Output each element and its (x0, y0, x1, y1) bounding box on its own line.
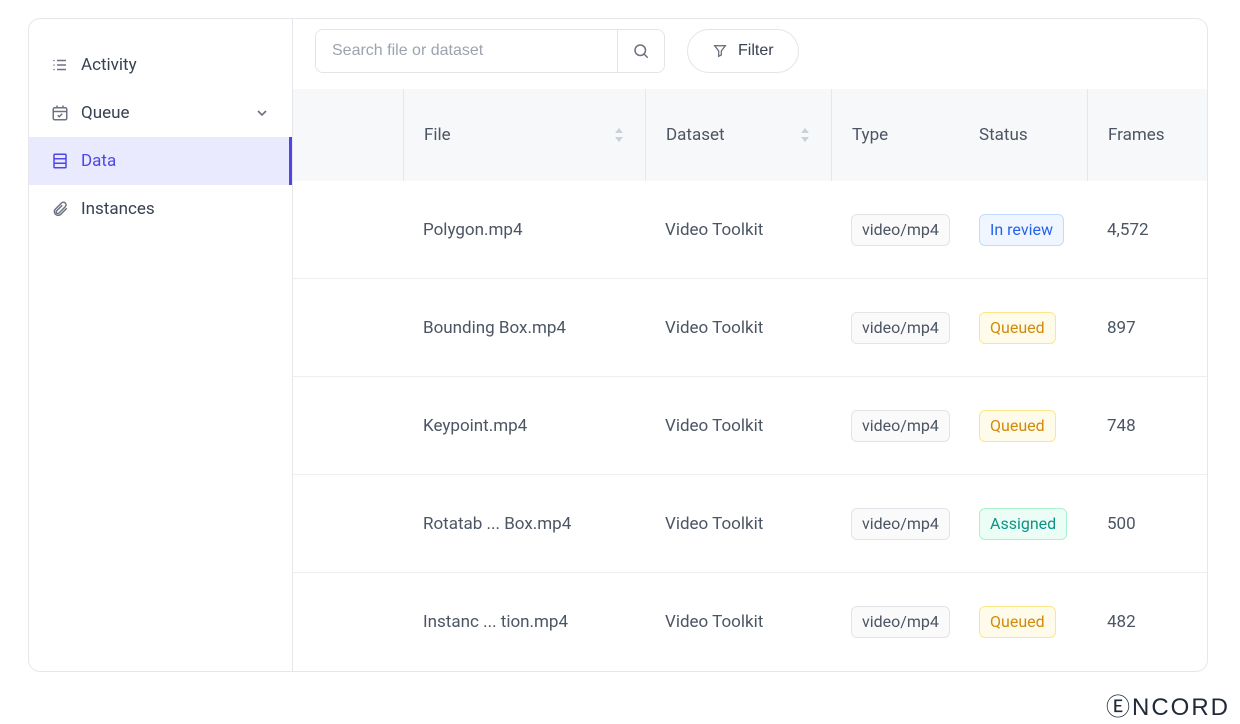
table-row[interactable]: Polygon.mp4Video Toolkit video/mp4 In revi… (293, 181, 1207, 279)
cell-dataset: Video Toolkit (645, 514, 831, 534)
type-tag: video/mp4 (851, 508, 950, 540)
status-badge: Queued (979, 410, 1056, 442)
cell-type: video/mp4 (831, 312, 959, 344)
filter-button[interactable]: Filter (687, 29, 799, 73)
status-badge: Queued (979, 312, 1056, 344)
cell-frames: 482 (1087, 612, 1187, 632)
cell-file: Instanc ... tion.mp4 (403, 612, 645, 632)
cell-status: Assigned (959, 508, 1087, 540)
cell-file: Bounding Box.mp4 (403, 318, 645, 338)
toolbar: Filter (293, 19, 1207, 89)
cell-dataset: Video Toolkit (645, 220, 831, 240)
cell-frames: 748 (1087, 416, 1187, 436)
col-label: Status (979, 125, 1028, 145)
cell-status: In review (959, 214, 1087, 246)
type-tag: video/mp4 (851, 606, 950, 638)
cell-frames: 4,572 (1087, 220, 1187, 240)
attachment-icon (51, 199, 75, 219)
sidebar-item-label: Data (81, 151, 270, 171)
cell-status: Queued (959, 410, 1087, 442)
cell-file: Keypoint.mp4 (403, 416, 645, 436)
table-row[interactable]: Rotatab ... Box.mp4Video Toolkit video/mp… (293, 475, 1207, 573)
status-badge: Assigned (979, 508, 1067, 540)
data-icon (51, 151, 75, 171)
cell-type: video/mp4 (831, 508, 959, 540)
col-dataset[interactable]: Dataset (645, 89, 831, 181)
status-badge: Queued (979, 606, 1056, 638)
sidebar-item-activity[interactable]: Activity (29, 41, 292, 89)
cell-dataset: Video Toolkit (645, 318, 831, 338)
main-panel: Filter File Dataset Type Status (293, 19, 1207, 671)
calendar-check-icon (51, 103, 75, 123)
col-status[interactable]: Status (959, 89, 1087, 181)
cell-dataset: Video Toolkit (645, 416, 831, 436)
chevron-down-icon (254, 105, 270, 121)
cell-file: Polygon.mp4 (403, 220, 645, 240)
cell-status: Queued (959, 312, 1087, 344)
cell-dataset: Video Toolkit (645, 612, 831, 632)
col-label: Frames (1108, 125, 1165, 145)
cell-frames: 897 (1087, 318, 1187, 338)
cell-frames: 500 (1087, 514, 1187, 534)
list-icon (51, 55, 75, 75)
sidebar-item-queue[interactable]: Queue (29, 89, 292, 137)
sidebar-item-label: Queue (81, 103, 254, 123)
sort-icon (613, 127, 625, 143)
sort-icon (799, 127, 811, 143)
sidebar: Activity Queue Data Instances (29, 19, 293, 671)
search-wrap (315, 29, 665, 73)
col-file[interactable]: File (403, 89, 645, 181)
cell-type: video/mp4 (831, 606, 959, 638)
type-tag: video/mp4 (851, 312, 950, 344)
col-type[interactable]: Type (831, 89, 959, 181)
search-button[interactable] (618, 30, 664, 72)
filter-icon (712, 43, 728, 59)
search-input[interactable] (316, 30, 618, 72)
col-label: Dataset (666, 125, 725, 145)
table-header: File Dataset Type Status Frames (293, 89, 1207, 181)
search-icon (632, 42, 650, 60)
col-frames[interactable]: Frames (1087, 89, 1187, 181)
table-row[interactable]: Bounding Box.mp4Video Toolkit video/mp4 Qu… (293, 279, 1207, 377)
table-row[interactable]: Instanc ... tion.mp4Video Toolkit video/m… (293, 573, 1207, 671)
cell-status: Queued (959, 606, 1087, 638)
sidebar-item-label: Instances (81, 199, 270, 219)
app-frame: Activity Queue Data Instances (28, 18, 1208, 672)
filter-label: Filter (738, 42, 774, 60)
sidebar-item-data[interactable]: Data (29, 137, 292, 185)
cell-type: video/mp4 (831, 214, 959, 246)
type-tag: video/mp4 (851, 410, 950, 442)
col-label: Type (852, 125, 888, 145)
brand-logo: ⒺNCORD (1106, 687, 1230, 722)
sidebar-item-instances[interactable]: Instances (29, 185, 292, 233)
sidebar-item-label: Activity (81, 55, 270, 75)
col-label: File (424, 125, 451, 145)
table-body: Polygon.mp4Video Toolkitvideo/mp4In revi… (293, 181, 1207, 671)
cell-type: video/mp4 (831, 410, 959, 442)
cell-file: Rotatab ... Box.mp4 (403, 514, 645, 534)
status-badge: In review (979, 214, 1064, 246)
table-row[interactable]: Keypoint.mp4Video Toolkit video/mp4 Queued… (293, 377, 1207, 475)
type-tag: video/mp4 (851, 214, 950, 246)
